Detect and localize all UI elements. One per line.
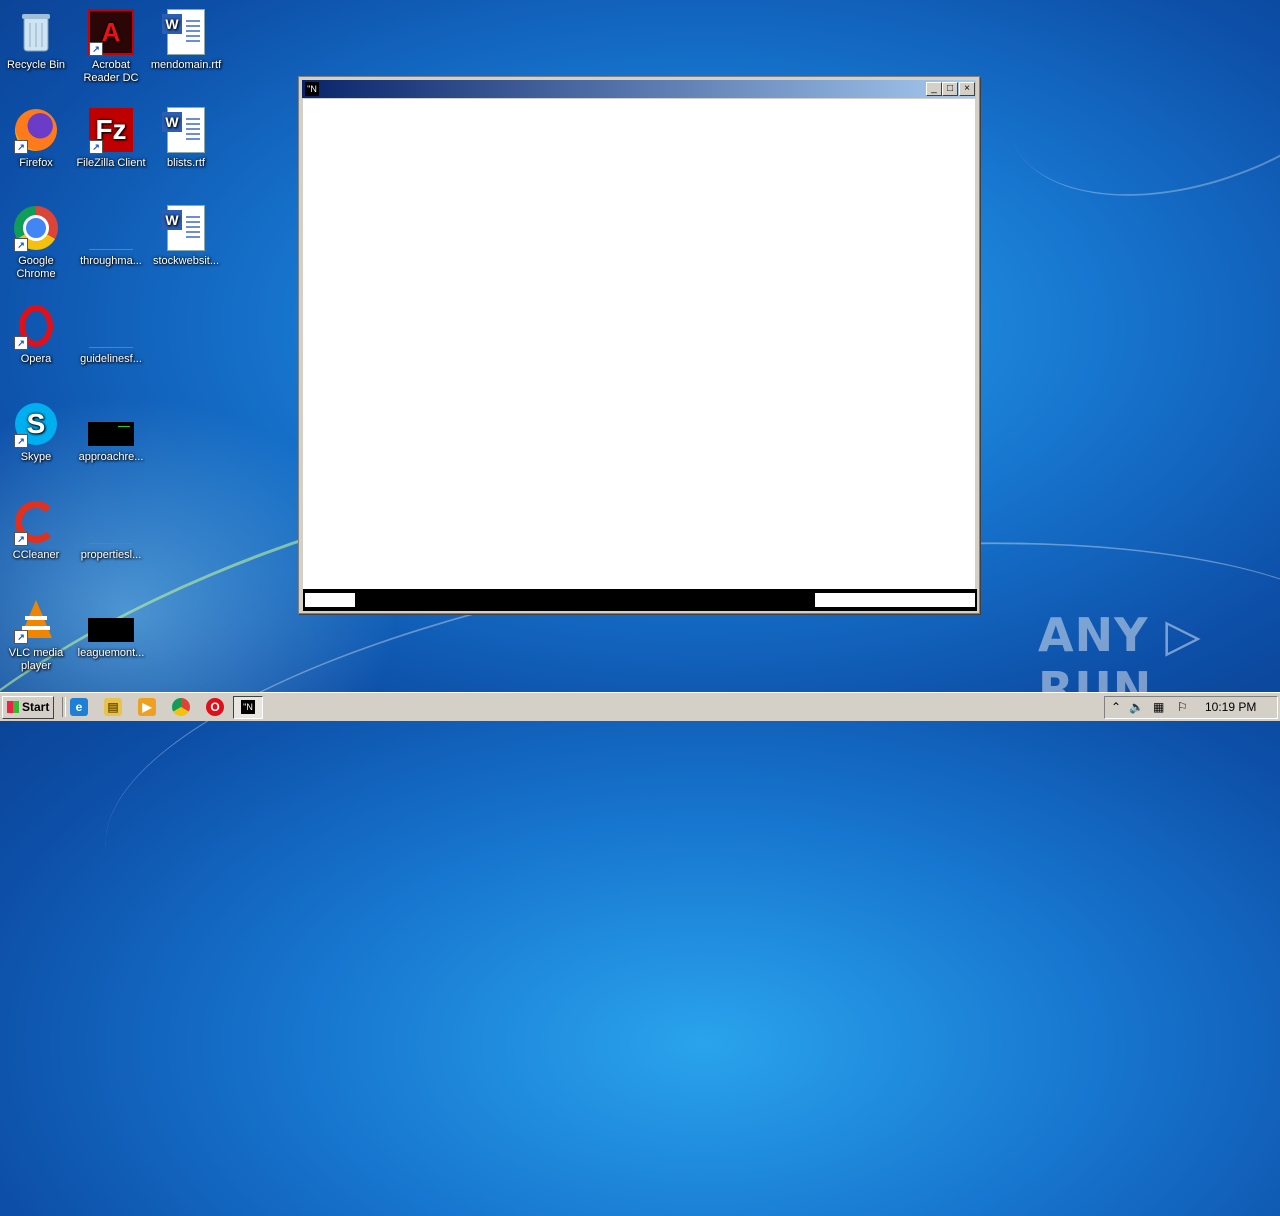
app-taskbar-icon: "N — [241, 700, 255, 714]
shortcut-arrow-icon: ↗ — [14, 140, 28, 154]
taskbar-clock[interactable]: 10:19 PM — [1205, 700, 1256, 714]
shortcut-arrow-icon: ↗ — [89, 42, 103, 56]
desktop-icon-chrome[interactable]: ↗ Google Chrome — [0, 204, 74, 281]
opera-taskbar-icon[interactable]: O — [206, 698, 224, 716]
window-titlebar[interactable]: "N _ □ × — [302, 80, 976, 98]
desktop-icon-filezilla[interactable]: Fz ↗ FileZilla Client — [73, 106, 149, 170]
action-center-flag-icon[interactable]: ⚐ — [1177, 700, 1188, 714]
shortcut-arrow-icon: ↗ — [14, 532, 28, 546]
desktop-icon-guidelinesf[interactable]: guidelinesf... — [73, 302, 149, 366]
desktop-icon-firefox[interactable]: ↗ Firefox — [0, 106, 74, 170]
desktop-icon-vlc[interactable]: ↗ VLC media player — [0, 596, 74, 673]
desktop-icon-acrobat[interactable]: A ↗ Acrobat Reader DC — [73, 8, 149, 85]
word-document-icon: W — [162, 8, 210, 56]
desktop-icon-ccleaner[interactable]: ↗ CCleaner — [0, 498, 74, 562]
desktop-icon-recycle-bin[interactable]: Recycle Bin — [0, 8, 74, 72]
status-bar — [303, 589, 977, 611]
windows-flag-icon — [7, 701, 19, 713]
desktop-icon-throughma[interactable]: throughma... — [73, 204, 149, 268]
shortcut-arrow-icon: ↗ — [89, 140, 103, 154]
desktop-icon-skype[interactable]: S ↗ Skype — [0, 400, 74, 464]
tray-expand-icon[interactable]: ⌃ — [1111, 700, 1121, 714]
skype-icon: S ↗ — [12, 400, 60, 448]
taskbar-app-button[interactable]: "N — [233, 696, 263, 719]
filezilla-icon: Fz ↗ — [87, 106, 135, 154]
word-document-icon: W — [162, 106, 210, 154]
desktop-icon-stockwebsit[interactable]: W stockwebsit... — [148, 204, 224, 268]
desktop-icon-mendomain[interactable]: W mendomain.rtf — [148, 8, 224, 72]
desktop-icon-leaguemont[interactable]: leaguemont... — [73, 596, 149, 660]
chrome-icon: ↗ — [12, 204, 60, 252]
system-tray: ⌃ 🔈 ▦ ⚐ 10:19 PM — [1104, 696, 1278, 719]
firefox-icon: ↗ — [12, 106, 60, 154]
desktop-icon-blists[interactable]: W blists.rtf — [148, 106, 224, 170]
app-window[interactable]: "N _ □ × — [298, 76, 980, 614]
file-explorer-icon[interactable]: ▤ — [104, 698, 122, 716]
acrobat-icon: A ↗ — [87, 8, 135, 56]
app-icon[interactable]: "N — [305, 82, 319, 96]
blank-file-icon — [87, 498, 135, 546]
close-button[interactable]: × — [959, 82, 975, 96]
status-bar-right-panel — [815, 593, 975, 607]
shortcut-arrow-icon: ↗ — [14, 336, 28, 350]
shortcut-arrow-icon: ↗ — [14, 238, 28, 252]
status-bar-left-panel — [305, 593, 355, 607]
desktop-icon-approachre[interactable]: approachre... — [73, 400, 149, 464]
vlc-icon: ↗ — [12, 596, 60, 644]
desktop-icon-propertiesl[interactable]: propertiesl... — [73, 498, 149, 562]
recycle-bin-icon — [12, 8, 60, 56]
desktop-icon-opera[interactable]: ↗ Opera — [0, 302, 74, 366]
minimize-button[interactable]: _ — [926, 82, 942, 96]
start-button[interactable]: Start — [2, 696, 54, 719]
chrome-taskbar-icon[interactable] — [172, 698, 190, 716]
taskbar-separator — [62, 697, 66, 717]
window-client-area[interactable] — [303, 99, 975, 589]
wallpaper-swoosh — [974, 0, 1280, 244]
black-file-icon — [87, 596, 135, 644]
opera-icon: ↗ — [12, 302, 60, 350]
shortcut-arrow-icon: ↗ — [14, 630, 28, 644]
internet-explorer-icon[interactable]: e — [70, 698, 88, 716]
network-icon[interactable]: ▦ — [1153, 700, 1164, 714]
volume-icon[interactable]: 🔈 — [1129, 700, 1144, 714]
blank-file-icon — [87, 204, 135, 252]
ccleaner-icon: ↗ — [12, 498, 60, 546]
blank-file-icon — [87, 302, 135, 350]
word-document-icon: W — [162, 204, 210, 252]
shortcut-arrow-icon: ↗ — [14, 434, 28, 448]
black-file-icon — [87, 400, 135, 448]
taskbar: Start e ▤ ▶ O "N ⌃ 🔈 ▦ ⚐ 10:19 PM — [0, 692, 1280, 721]
maximize-button[interactable]: □ — [942, 82, 958, 96]
media-player-icon[interactable]: ▶ — [138, 698, 156, 716]
